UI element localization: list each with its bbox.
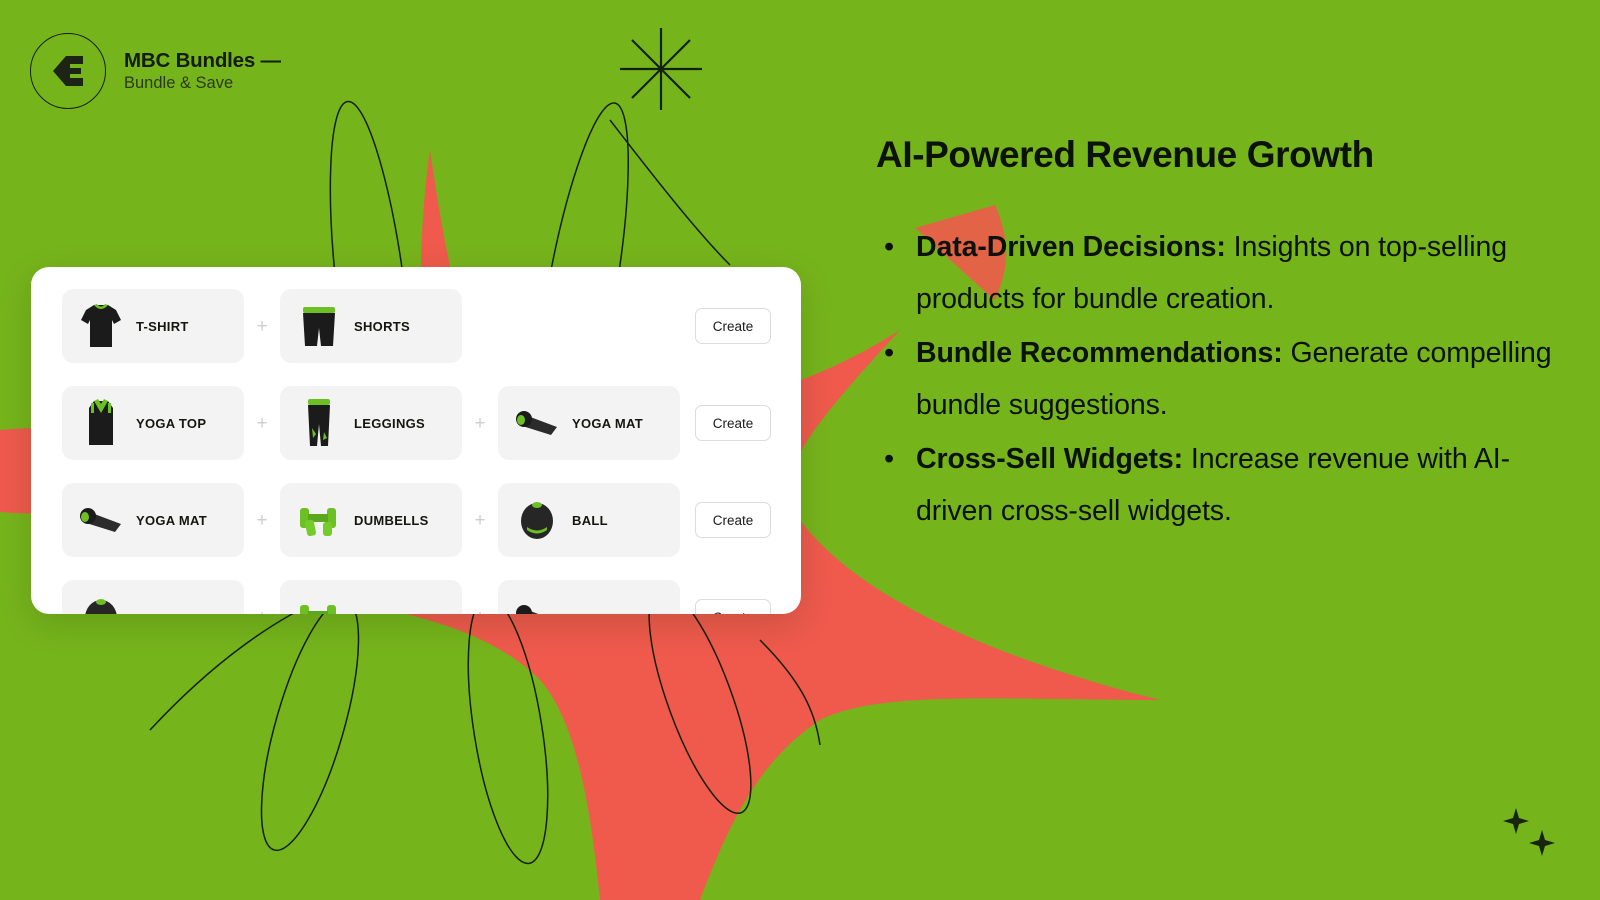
dumbbells-icon — [292, 489, 346, 551]
copy-panel: AI-Powered Revenue Growth • Data-Driven … — [876, 134, 1576, 539]
plus-separator-icon: + — [256, 412, 268, 434]
brand-subtitle: Bundle & Save — [124, 73, 234, 92]
sparkle-icon — [1529, 830, 1555, 856]
product-tile-yoga-mat[interactable]: YOGA MAT — [498, 386, 680, 460]
brand-text-block: MBC Bundles — Bundle & Save — [124, 48, 281, 93]
product-tile-dumbbells[interactable]: DUMBELLS — [280, 483, 462, 557]
bullet-text: Cross-Sell Widgets: Increase revenue wit… — [916, 433, 1576, 537]
yoga-mat-icon — [510, 586, 564, 614]
create-bundle-button[interactable]: Create — [695, 308, 771, 344]
plus-separator-icon: + — [474, 412, 486, 434]
list-item: • Data-Driven Decisions: Insights on top… — [876, 221, 1576, 325]
benefits-list: • Data-Driven Decisions: Insights on top… — [876, 221, 1576, 537]
list-item: • Cross-Sell Widgets: Increase revenue w… — [876, 433, 1576, 537]
bullet-lead: Bundle Recommendations: — [916, 337, 1283, 370]
mbc-monogram-icon — [30, 33, 106, 109]
bullet-marker-icon: • — [884, 443, 895, 476]
yoga-mat-icon — [510, 392, 564, 454]
yoga-mat-icon — [74, 489, 128, 551]
plus-separator-icon: + — [474, 509, 486, 531]
bullet-text: Bundle Recommendations: Generate compell… — [916, 327, 1576, 431]
ball-icon — [74, 586, 128, 614]
shorts-icon — [292, 295, 346, 357]
sparkle-pair — [1503, 808, 1555, 856]
bullet-marker-icon: • — [884, 231, 895, 264]
plus-separator-icon: + — [462, 608, 498, 615]
product-tile-partial[interactable] — [498, 580, 680, 614]
plus-separator-icon: + — [256, 315, 268, 337]
product-tile-partial[interactable] — [62, 580, 244, 614]
product-tile-shorts[interactable]: SHORTS — [280, 289, 462, 363]
bullet-marker-icon: • — [884, 337, 895, 370]
plus-separator-icon: + — [244, 608, 280, 615]
product-label: YOGA MAT — [136, 512, 208, 528]
table-row: T-SHIRT + SHORTS Create — [31, 289, 801, 363]
product-label: T-SHIRT — [136, 318, 189, 334]
leggings-icon — [292, 392, 346, 454]
product-label: BALL — [572, 512, 608, 528]
product-label: LEGGINGS — [354, 415, 426, 431]
create-bundle-button[interactable]: Create — [695, 599, 771, 614]
product-tile-yoga-mat[interactable]: YOGA MAT — [62, 483, 244, 557]
product-tile-tshirt[interactable]: T-SHIRT — [62, 289, 244, 363]
create-bundle-button[interactable]: Create — [695, 502, 771, 538]
brand-lockup: MBC Bundles — Bundle & Save — [30, 33, 281, 109]
product-tile-yoga-top[interactable]: YOGA TOP — [62, 386, 244, 460]
create-bundle-button[interactable]: Create — [695, 405, 771, 441]
brand-title: MBC Bundles — — [124, 48, 281, 72]
yoga-top-icon — [74, 392, 128, 454]
list-item: • Bundle Recommendations: Generate compe… — [876, 327, 1576, 431]
bullet-lead: Data-Driven Decisions: — [916, 231, 1226, 264]
product-label: DUMBELLS — [354, 512, 429, 528]
eight-point-starburst-icon — [620, 28, 702, 110]
table-row: + + Create — [31, 580, 801, 614]
product-label: YOGA TOP — [136, 415, 207, 431]
page-title: AI-Powered Revenue Growth — [876, 134, 1374, 175]
product-label: SHORTS — [354, 318, 410, 334]
plus-separator-icon: + — [256, 509, 268, 531]
product-label: YOGA MAT — [572, 415, 644, 431]
bundle-builder-card: T-SHIRT + SHORTS Create YOGA TOP + LEGGI… — [31, 267, 801, 614]
dumbbells-icon — [292, 586, 346, 614]
slide-canvas: MBC Bundles — Bundle & Save T-SHIRT + SH… — [0, 0, 1600, 900]
ball-icon — [510, 489, 564, 551]
product-tile-leggings[interactable]: LEGGINGS — [280, 386, 462, 460]
bullet-text: Data-Driven Decisions: Insights on top-s… — [916, 221, 1576, 325]
table-row: YOGA MAT + DUMBELLS + BALL Create — [31, 483, 801, 557]
product-tile-partial[interactable] — [280, 580, 462, 614]
monogram-glyph — [53, 56, 83, 86]
table-row: YOGA TOP + LEGGINGS + YOGA MAT Create — [31, 386, 801, 460]
tshirt-icon — [74, 295, 128, 357]
product-tile-ball[interactable]: BALL — [498, 483, 680, 557]
sparkle-icon — [1503, 808, 1529, 834]
bullet-lead: Cross-Sell Widgets: — [916, 443, 1184, 476]
